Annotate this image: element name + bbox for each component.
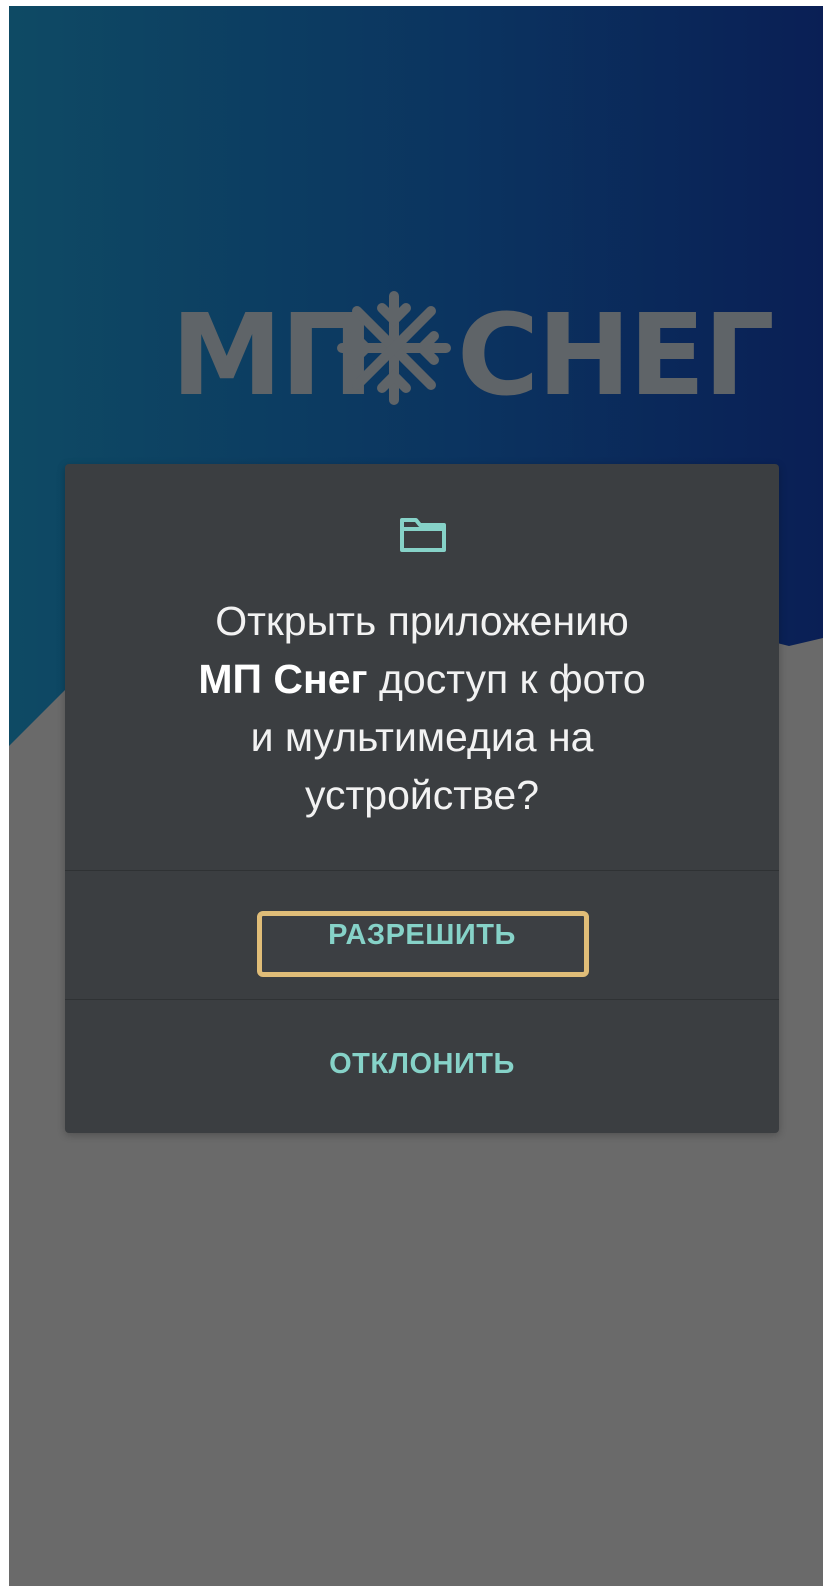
message-line-2: доступ к фото (367, 656, 646, 702)
snowflake-icon (337, 291, 451, 405)
allow-button[interactable]: РАЗРЕШИТЬ (65, 871, 779, 999)
deny-button-label: ОТКЛОНИТЬ (329, 1047, 515, 1080)
permission-message: Открыть приложению МП Снег доступ к фото… (105, 592, 739, 824)
deny-button[interactable]: ОТКЛОНИТЬ (65, 1000, 779, 1128)
folder-icon (400, 518, 446, 552)
app-screen: МП СНЕГ Открыть приложению МП Снег досту… (9, 6, 823, 1586)
message-line-4: устройстве? (304, 772, 540, 818)
message-app-name: МП Снег (198, 656, 368, 702)
allow-button-label: РАЗРЕШИТЬ (328, 918, 516, 951)
message-line-1: Открыть приложению (215, 598, 629, 644)
permission-dialog: Открыть приложению МП Снег доступ к фото… (65, 464, 779, 1133)
message-line-3: и мультимедиа на (250, 714, 594, 760)
logo-text-right: СНЕГ (457, 291, 773, 408)
app-logo: МП СНЕГ (171, 291, 775, 408)
